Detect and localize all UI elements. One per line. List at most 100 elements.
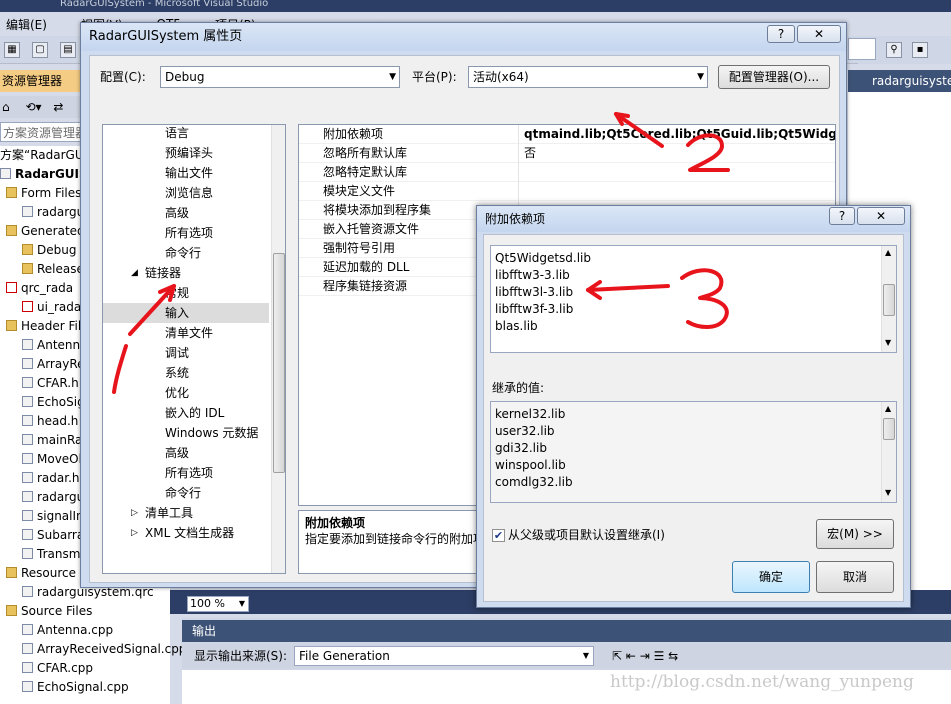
solution-item[interactable]: Form Files <box>6 184 81 203</box>
solution-explorer-toolbar: ⌂ ⟲▾ ⇄ <box>0 96 88 118</box>
new-file-icon[interactable]: ▢ <box>32 42 48 58</box>
tree-item[interactable]: 命令行 <box>103 243 269 263</box>
scroll-up-icon[interactable]: ▲ <box>885 248 891 257</box>
tree-scrollbar[interactable] <box>271 125 285 573</box>
tree-item[interactable]: Windows 元数据 <box>103 423 269 443</box>
find-icon[interactable]: ⚲ <box>886 42 902 58</box>
dependency-item[interactable]: libfftw3l-3.lib <box>495 284 573 301</box>
solution-item[interactable]: CFAR.h <box>22 374 79 393</box>
scroll-down-icon[interactable]: ▼ <box>885 338 891 347</box>
property-value[interactable]: 否 <box>521 144 536 163</box>
solution-item[interactable]: Transmit <box>22 545 88 564</box>
close-button[interactable]: ✕ <box>797 25 841 43</box>
property-row[interactable]: 附加依赖项 qtmaind.lib;Qt5Cored.lib;Qt5Guid.li… <box>299 125 835 144</box>
scroll-down-icon[interactable]: ▼ <box>885 488 891 497</box>
home-icon[interactable]: ⌂ <box>2 100 10 114</box>
ok-button[interactable]: 确定 <box>732 561 810 593</box>
deps-edit-list[interactable]: Qt5Widgetsd.lib libfftw3-3.lib libfftw3l-3… <box>490 245 897 353</box>
tree-item[interactable]: 预编译头 <box>103 143 269 163</box>
tree-item[interactable]: 系统 <box>103 363 269 383</box>
property-value[interactable]: qtmaind.lib;Qt5Cored.lib;Qt5Guid.lib;Qt5… <box>521 125 835 144</box>
config-select[interactable]: Debug ▼ <box>160 66 400 88</box>
output-source-select[interactable]: File Generation ▼ <box>294 646 594 666</box>
toolbar-more-icon[interactable]: ▪ <box>912 42 928 58</box>
tree-item-label: 清单文件 <box>165 326 214 340</box>
tree-item[interactable]: 嵌入的 IDL <box>103 403 269 423</box>
file-icon <box>22 206 33 217</box>
tree-item[interactable]: 常规 <box>103 283 269 303</box>
tree-scroll-thumb[interactable] <box>273 253 285 473</box>
tree-item[interactable]: 高级 <box>103 203 269 223</box>
solution-item[interactable]: 方案“RadarGUI <box>0 146 87 165</box>
property-row[interactable]: 忽略特定默认库 <box>299 163 835 182</box>
tree-item[interactable]: 浏览信息 <box>103 183 269 203</box>
tree-item[interactable]: 所有选项 <box>103 223 269 243</box>
tree-item[interactable]: 所有选项 <box>103 463 269 483</box>
solution-item[interactable]: ArrayReceivedSignal.cpp <box>22 640 186 659</box>
file-icon <box>22 358 33 369</box>
dependency-item[interactable]: libfftw3-3.lib <box>495 267 570 284</box>
tree-item[interactable]: 输入 <box>103 303 269 323</box>
solution-item[interactable]: radargui <box>22 488 88 507</box>
tree-item[interactable]: 输出文件 <box>103 163 269 183</box>
help-button[interactable]: ? <box>829 207 855 225</box>
property-row[interactable]: 模块定义文件 <box>299 182 835 201</box>
menu-edit[interactable]: 编辑(E) <box>6 16 47 33</box>
tree-item[interactable]: 语言 <box>103 125 269 143</box>
close-button[interactable]: ✕ <box>857 207 905 225</box>
tree-item[interactable]: 优化 <box>103 383 269 403</box>
solution-item[interactable]: Antenna.cpp <box>22 621 113 640</box>
deps-scrollbar[interactable]: ▲ ▼ <box>881 246 896 352</box>
tree-item[interactable]: ▷ 清单工具 <box>103 503 269 523</box>
inherited-scrollbar[interactable]: ▲ ▼ <box>881 402 896 502</box>
dependency-item[interactable]: Qt5Widgetsd.lib <box>495 250 591 267</box>
history-icon[interactable]: ⟲▾ <box>25 100 41 114</box>
tree-item-label: 命令行 <box>165 486 202 500</box>
solution-explorer-search[interactable]: 方案资源管理器 <box>0 122 88 142</box>
solution-item[interactable]: Source Files <box>6 602 92 621</box>
vs-title-text: RadarGUISystem - Microsoft Visual Studio <box>60 0 269 9</box>
solution-item[interactable]: Release <box>22 260 84 279</box>
sync-icon[interactable]: ⇄ <box>53 100 63 114</box>
solution-item[interactable]: radar.h <box>22 469 80 488</box>
cancel-button[interactable]: 取消 <box>816 561 894 593</box>
expanded-arrow-icon[interactable]: ◢ <box>131 263 138 283</box>
tree-item[interactable]: 高级 <box>103 443 269 463</box>
tree-item[interactable]: 命令行 <box>103 483 269 503</box>
tree-item[interactable]: ▷ XML 文档生成器 <box>103 523 269 543</box>
zoom-select[interactable]: 100 % ▼ <box>187 596 249 612</box>
solution-item[interactable]: EchoSignal.cpp <box>22 678 129 697</box>
collapsed-arrow-icon[interactable]: ▷ <box>131 523 138 543</box>
config-manager-button[interactable]: 配置管理器(O)... <box>718 65 830 89</box>
solution-item[interactable]: CFAR.cpp <box>22 659 93 678</box>
build-icon[interactable]: ▦ <box>4 42 20 58</box>
tree-item[interactable]: ◢ 链接器 <box>103 263 269 283</box>
toolbar-combo-right[interactable] <box>848 38 876 60</box>
inherit-checkbox-label[interactable]: 从父级或项目默认设置继承(I) <box>508 526 665 544</box>
deps-scroll-thumb[interactable] <box>883 284 895 316</box>
scroll-up-icon[interactable]: ▲ <box>885 404 891 413</box>
output-clear-icon[interactable]: ⇱ ⇤ ⇥ ☰ ⇆ <box>612 644 678 668</box>
dependency-item[interactable]: libfftw3f-3.lib <box>495 301 573 318</box>
collapsed-arrow-icon[interactable]: ▷ <box>131 503 138 523</box>
help-button[interactable]: ? <box>767 25 795 43</box>
dependency-item[interactable]: blas.lib <box>495 318 538 335</box>
solution-item[interactable]: Debug <box>22 241 76 260</box>
solution-item[interactable]: signalInf <box>22 507 88 526</box>
solution-item[interactable]: head.h <box>22 412 78 431</box>
open-file-icon[interactable]: ▤ <box>60 42 76 58</box>
property-row[interactable]: 忽略所有默认库否 <box>299 144 835 163</box>
tree-item-label: 输入 <box>165 306 190 320</box>
solution-item[interactable]: radargui <box>22 203 88 222</box>
tree-item[interactable]: 清单文件 <box>103 323 269 343</box>
tree-item[interactable]: 调试 <box>103 343 269 363</box>
macro-button[interactable]: 宏(M) >> <box>816 519 894 549</box>
tab-radarguisystem[interactable]: radarguisystem <box>848 70 951 92</box>
tree-item-label: 高级 <box>165 206 190 220</box>
inherited-scroll-thumb[interactable] <box>883 418 895 440</box>
platform-select[interactable]: 活动(x64) ▼ <box>468 66 708 88</box>
file-icon <box>22 339 33 350</box>
solution-item[interactable]: qrc_rada <box>6 279 73 298</box>
solution-item[interactable]: MoveOb <box>22 450 86 469</box>
inherit-checkbox[interactable]: ✔ <box>492 529 505 542</box>
